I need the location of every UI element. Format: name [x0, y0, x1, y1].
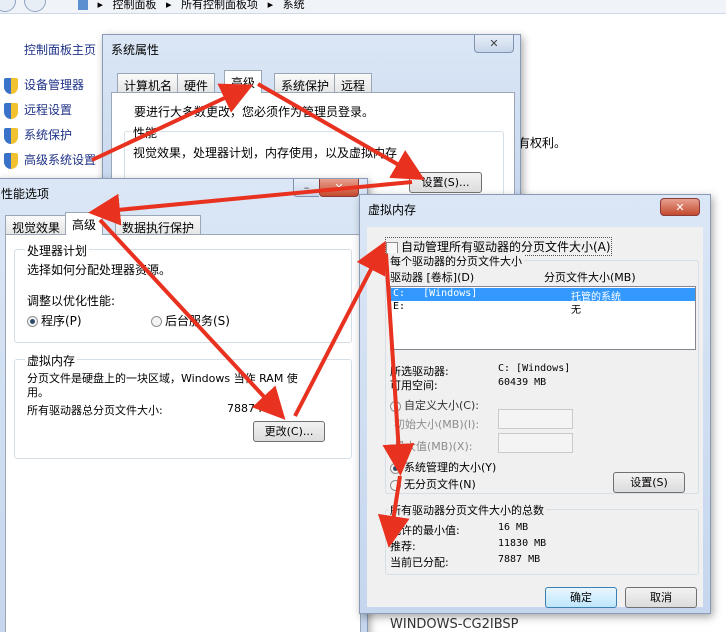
- processor-description: 选择如何分配处理器资源。: [27, 263, 172, 277]
- processor-group: 处理器计划 选择如何分配处理器资源。 调整以优化性能: 程序(P) 后台服务(S…: [14, 242, 352, 343]
- free-space-label: 可用空间:: [390, 379, 438, 392]
- virtual-memory-dialog: 虚拟内存 ✕ 自动管理所有驱动器的分页文件大小(A) 每个驱动器的分页文件大小 …: [359, 194, 711, 614]
- adjust-label: 调整以优化性能:: [27, 294, 116, 308]
- rights-text: 有权利。: [518, 136, 567, 150]
- min-value: 16 MB: [498, 522, 529, 533]
- recommended-value: 11830 MB: [498, 538, 547, 549]
- radio-unchecked-icon: [390, 479, 401, 491]
- checkbox-unchecked-icon: [386, 241, 398, 254]
- initial-size-input[interactable]: [498, 409, 573, 429]
- tab-system-protection[interactable]: 系统保护: [274, 73, 337, 93]
- per-drive-group: 每个驱动器的分页文件大小 驱动器 [卷标](D) 分页文件大小(MB) C: […: [385, 253, 699, 494]
- tab-dep[interactable]: 数据执行保护: [115, 215, 202, 235]
- min-label: 允许的最小值:: [390, 524, 460, 537]
- initial-size-label: 初始大小(MB)(I):: [394, 418, 480, 431]
- breadcrumb-item[interactable]: 所有控制面板项: [181, 0, 258, 11]
- sidebar-item-remote[interactable]: 远程设置: [4, 101, 72, 119]
- vm-description-1: 分页文件是硬盘上的一块区域，Windows 当作 RAM 使: [27, 372, 298, 385]
- radio-unchecked-icon: [151, 316, 162, 327]
- max-size-input[interactable]: [498, 433, 573, 453]
- shield-icon: [4, 127, 18, 144]
- tab-visual-effects[interactable]: 视觉效果: [5, 215, 68, 235]
- sidebar-item-protection[interactable]: 系统保护: [4, 126, 72, 144]
- breadcrumb: ▸ 控制面板 ▸ 所有控制面板项 ▸ 系统: [78, 0, 305, 12]
- shield-icon: [4, 152, 18, 169]
- allocated-value: 7887 MB: [498, 554, 541, 565]
- virtual-memory-group: 虚拟内存 分页文件是硬盘上的一块区域，Windows 当作 RAM 使 用。 所…: [14, 352, 352, 459]
- performance-options-dialog: 性能选项 – ✕ 视觉效果 高级 数据执行保护 处理器计划 选择如何分配处理器资…: [0, 178, 368, 632]
- sidebar: 控制面板主页 设备管理器 远程设置 系统保护 高级系统设置: [0, 30, 110, 180]
- close-button[interactable]: ✕: [319, 179, 359, 197]
- totals-group: 所有驱动器分页文件大小的总数 允许的最小值: 16 MB 推荐: 11830 M…: [385, 502, 699, 575]
- table-row[interactable]: C: [Windows] 托管的系统: [391, 288, 695, 303]
- cancel-button[interactable]: 取消: [625, 587, 697, 608]
- breadcrumb-item[interactable]: 系统: [283, 0, 305, 11]
- radio-programs[interactable]: 程序(P): [27, 312, 82, 329]
- sidebar-item-advanced[interactable]: 高级系统设置: [4, 151, 96, 169]
- close-button[interactable]: ✕: [474, 35, 514, 53]
- breadcrumb-item[interactable]: 控制面板: [113, 0, 157, 11]
- table-row[interactable]: E: 无: [391, 301, 695, 316]
- radio-system-managed[interactable]: 系统管理的大小(Y): [390, 459, 496, 475]
- admin-note: 要进行大多数更改，您必须作为管理员登录。: [134, 105, 375, 119]
- virtual-memory-group-label: 虚拟内存: [25, 352, 78, 369]
- sidebar-title[interactable]: 控制面板主页: [24, 41, 96, 58]
- control-panel-icon: [78, 0, 88, 10]
- radio-no-paging[interactable]: 无分页文件(N): [390, 476, 476, 492]
- tab-panel: 处理器计划 选择如何分配处理器资源。 调整以优化性能: 程序(P) 后台服务(S…: [5, 234, 361, 632]
- tab-advanced[interactable]: 高级: [65, 212, 104, 235]
- change-button[interactable]: 更改(C)...: [253, 421, 325, 442]
- sidebar-item-device-manager[interactable]: 设备管理器: [4, 76, 84, 94]
- performance-settings-button[interactable]: 设置(S)...: [409, 172, 482, 193]
- radio-checked-icon: [390, 462, 401, 474]
- computer-name-text: WINDOWS-CG2IBSP: [390, 617, 519, 632]
- processor-group-label: 处理器计划: [25, 242, 90, 259]
- col-size-header: 分页文件大小(MB): [544, 271, 636, 284]
- col-drive-header: 驱动器 [卷标](D): [390, 271, 475, 284]
- tab-remote[interactable]: 远程: [334, 73, 373, 93]
- performance-group-label: 性能: [131, 124, 160, 141]
- tab-hardware[interactable]: 硬件: [177, 73, 216, 93]
- max-size-label: 最大值(MB)(X):: [394, 440, 473, 453]
- selected-drive-value: C: [Windows]: [498, 363, 571, 374]
- free-space-value: 60439 MB: [498, 377, 547, 388]
- total-paging-value: 7887 MB: [227, 402, 276, 415]
- tab-computer-name[interactable]: 计算机名: [117, 73, 180, 93]
- vm-description-2: 用。: [27, 386, 49, 399]
- tab-advanced[interactable]: 高级: [224, 70, 263, 93]
- drive-list[interactable]: C: [Windows] 托管的系统 E: 无: [390, 286, 696, 350]
- radio-services[interactable]: 后台服务(S): [151, 312, 230, 329]
- radio-custom-size[interactable]: 自定义大小(C):: [390, 397, 479, 413]
- totals-group-label: 所有驱动器分页文件大小的总数: [388, 502, 546, 518]
- set-button[interactable]: 设置(S): [613, 472, 685, 493]
- total-paging-label: 所有驱动器总分页文件大小:: [27, 404, 163, 417]
- per-drive-group-label: 每个驱动器的分页文件大小: [388, 253, 524, 269]
- dialog-body: 自动管理所有驱动器的分页文件大小(A) 每个驱动器的分页文件大小 驱动器 [卷标…: [367, 227, 703, 608]
- recommended-label: 推荐:: [390, 540, 416, 553]
- radio-unchecked-icon: [390, 400, 401, 412]
- shield-icon: [4, 77, 18, 94]
- performance-description: 视觉效果，处理器计划，内存使用，以及虚拟内存: [133, 146, 398, 160]
- close-button[interactable]: ✕: [660, 198, 700, 216]
- minimize-button: –: [293, 179, 319, 197]
- shield-icon: [4, 102, 18, 119]
- allocated-label: 当前已分配:: [390, 556, 449, 569]
- dialog-title: 虚拟内存: [368, 203, 417, 217]
- ok-button[interactable]: 确定: [545, 587, 617, 608]
- dialog-title: 系统属性: [111, 43, 160, 57]
- radio-checked-icon: [27, 316, 38, 327]
